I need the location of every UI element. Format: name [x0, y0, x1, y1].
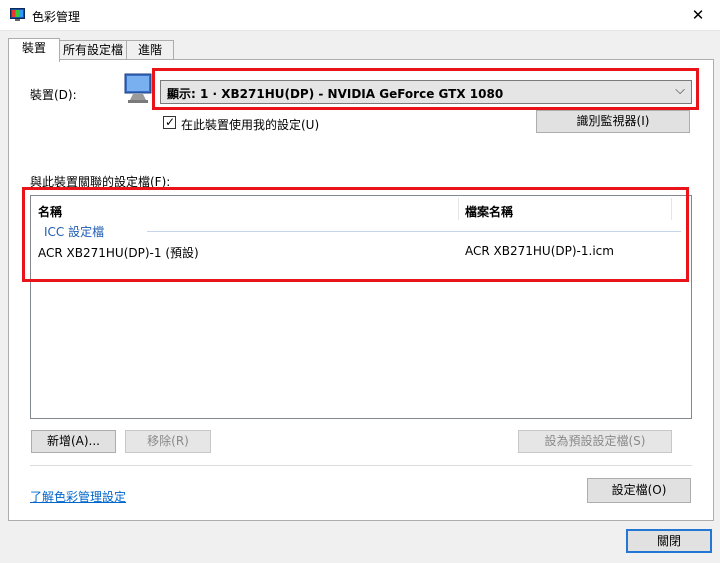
profiles-button[interactable]: 設定檔(O)	[587, 478, 691, 503]
profile-file-cell: ACR XB271HU(DP)-1.icm	[465, 244, 614, 258]
device-dropdown[interactable]: 顯示: 1 · XB271HU(DP) - NVIDIA GeForce GTX…	[160, 80, 692, 104]
column-header-name[interactable]: 名稱	[38, 203, 62, 220]
column-divider-end	[671, 198, 672, 220]
column-divider	[458, 198, 459, 220]
learn-color-management-link[interactable]: 了解色彩管理設定	[30, 488, 126, 505]
use-my-settings-checkbox[interactable]: ✓	[163, 115, 176, 129]
tab-advanced-label: 進階	[137, 43, 162, 57]
device-label: 裝置(D):	[30, 88, 77, 102]
checkmark-icon: ✓	[165, 115, 176, 129]
group-header-icc: ICC 設定檔	[44, 225, 105, 239]
tab-devices-label: 裝置	[21, 41, 46, 55]
device-selected-value: 顯示: 1 · XB271HU(DP) - NVIDIA GeForce GTX…	[167, 87, 504, 101]
group-divider	[147, 231, 681, 232]
tab-advanced[interactable]: 進階	[126, 40, 174, 61]
set-default-profile-button[interactable]: 設為預設設定檔(S)	[518, 430, 672, 453]
title-bar: 色彩管理 ✕	[0, 0, 720, 31]
column-header-filename[interactable]: 檔案名稱	[465, 203, 513, 220]
divider	[30, 465, 692, 466]
table-row[interactable]: ACR XB271HU(DP)-1 (預設) ACR XB271HU(DP)-1…	[31, 242, 691, 262]
tab-devices[interactable]: 裝置	[8, 38, 60, 62]
window-title: 色彩管理	[32, 10, 81, 24]
monitor-icon	[124, 73, 152, 103]
profiles-label: 與此裝置關聯的設定檔(F):	[30, 175, 171, 189]
tab-all-profiles-label: 所有設定檔	[62, 43, 123, 57]
use-my-settings-label: 在此裝置使用我的設定(U)	[181, 118, 320, 132]
close-button[interactable]: 關閉	[626, 529, 712, 553]
close-window-button[interactable]: ✕	[684, 4, 712, 26]
profile-name-cell: ACR XB271HU(DP)-1 (預設)	[38, 246, 199, 260]
remove-button[interactable]: 移除(R)	[125, 430, 211, 453]
chevron-down-icon: ⌵	[675, 83, 685, 98]
color-management-icon	[10, 8, 25, 21]
identify-monitors-button[interactable]: 識別監視器(I)	[536, 110, 690, 133]
add-button[interactable]: 新增(A)...	[31, 430, 116, 453]
profiles-list[interactable]: 名稱 檔案名稱 ICC 設定檔 ACR XB271HU(DP)-1 (預設) A…	[30, 195, 692, 419]
tab-all-profiles[interactable]: 所有設定檔	[59, 40, 127, 61]
